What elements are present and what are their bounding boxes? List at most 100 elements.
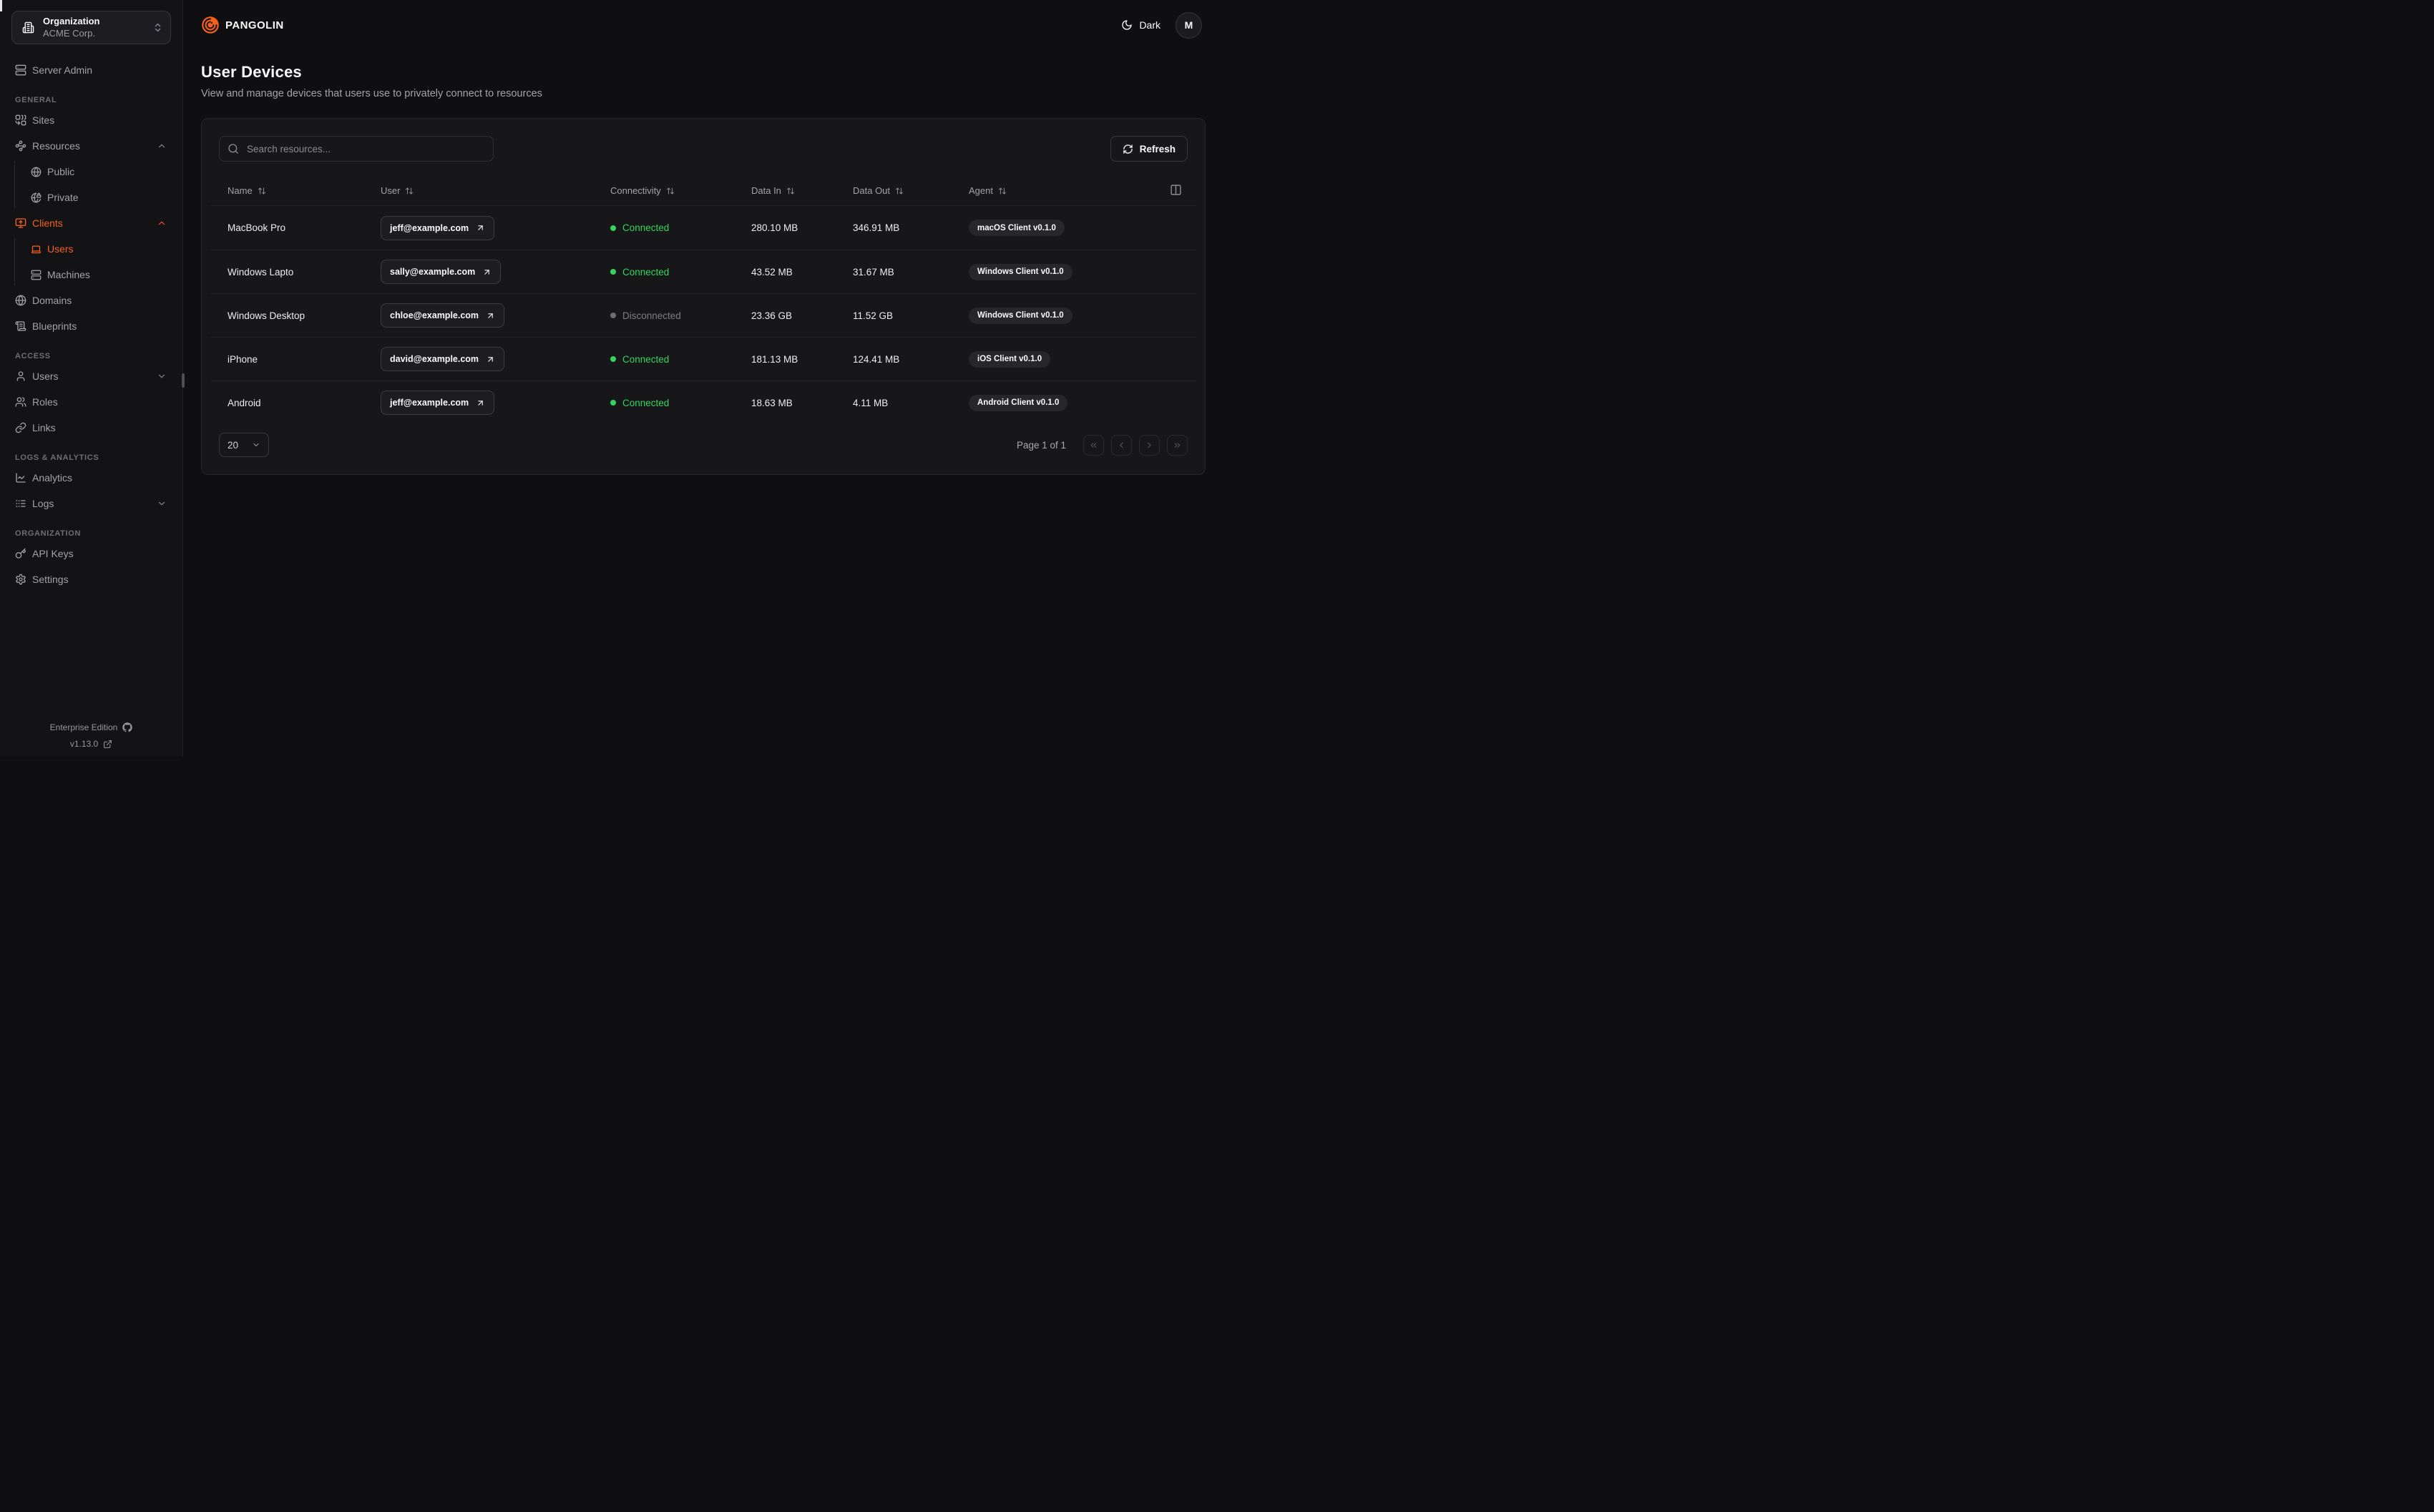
theme-toggle-button[interactable]: Dark bbox=[1121, 19, 1160, 31]
version-link[interactable]: v1.13.0 bbox=[70, 739, 112, 749]
server-icon bbox=[15, 64, 26, 76]
search-icon bbox=[228, 143, 239, 158]
sidebar-item-label: Logs bbox=[32, 498, 54, 509]
device-name: Android bbox=[228, 397, 261, 408]
chevron-down-icon bbox=[157, 499, 167, 509]
last-page-button[interactable] bbox=[1167, 434, 1188, 456]
sidebar-item-label: Users bbox=[47, 243, 74, 255]
connectivity-status: Connected bbox=[610, 267, 751, 278]
moon-icon bbox=[1121, 19, 1133, 31]
sidebar-item-label: Domains bbox=[32, 295, 72, 306]
globe-lock-icon bbox=[31, 192, 41, 203]
arrow-up-right-icon bbox=[486, 355, 495, 364]
user-avatar[interactable]: M bbox=[1176, 11, 1202, 39]
table-row: Windows Desktop chloe@example.com Discon… bbox=[210, 293, 1196, 337]
page-size-value: 20 bbox=[228, 439, 239, 451]
version-label: v1.13.0 bbox=[69, 739, 99, 749]
user-link-button[interactable]: jeff@example.com bbox=[381, 215, 495, 240]
refresh-icon bbox=[1123, 144, 1133, 154]
sidebar-item-roles[interactable]: Roles bbox=[11, 389, 171, 415]
column-label: User bbox=[381, 185, 401, 196]
status-dot bbox=[610, 356, 616, 362]
sidebar-item-server-admin[interactable]: Server Admin bbox=[11, 57, 171, 83]
sort-icon bbox=[258, 187, 266, 195]
table-row: Windows Lapto sally@example.com Connecte… bbox=[210, 250, 1196, 293]
sidebar-item-resources[interactable]: Resources bbox=[11, 133, 171, 159]
chevrons-up-down-icon bbox=[152, 22, 163, 33]
edition-link[interactable]: Enterprise Edition bbox=[50, 722, 133, 732]
sidebar-item-client-machines[interactable]: Machines bbox=[11, 262, 171, 288]
sort-icon bbox=[998, 187, 1007, 195]
sidebar-item-api-keys[interactable]: API Keys bbox=[11, 541, 171, 566]
chart-line-icon bbox=[15, 472, 26, 483]
search-box bbox=[219, 136, 494, 162]
column-header-agent[interactable]: Agent bbox=[969, 185, 1007, 196]
page-size-select[interactable]: 20 bbox=[219, 433, 269, 457]
user-link-button[interactable]: sally@example.com bbox=[381, 260, 502, 284]
sidebar-item-private[interactable]: Private bbox=[11, 185, 171, 210]
data-in-value: 18.63 MB bbox=[751, 397, 793, 408]
column-label: Connectivity bbox=[610, 185, 661, 196]
sidebar-item-sites[interactable]: Sites bbox=[11, 107, 171, 133]
card-toolbar: Refresh bbox=[219, 136, 1188, 162]
edition-label: Enterprise Edition bbox=[49, 722, 118, 732]
sidebar-item-settings[interactable]: Settings bbox=[11, 566, 171, 592]
user-link-button[interactable]: jeff@example.com bbox=[381, 391, 495, 415]
arrow-up-right-icon bbox=[476, 398, 485, 408]
waypoints-icon bbox=[15, 140, 26, 152]
data-out-value: 31.67 MB bbox=[853, 266, 894, 278]
user-icon bbox=[15, 370, 26, 382]
laptop-icon bbox=[31, 244, 41, 255]
sidebar-item-users[interactable]: Users bbox=[11, 363, 171, 389]
sidebar-item-label: Blueprints bbox=[32, 320, 77, 332]
column-label: Data In bbox=[751, 185, 781, 196]
section-label-organization: ORGANIZATION bbox=[15, 529, 82, 538]
connectivity-status: Connected bbox=[610, 354, 751, 365]
column-header-data-out[interactable]: Data Out bbox=[853, 185, 904, 196]
sidebar-item-domains[interactable]: Domains bbox=[11, 288, 171, 313]
sidebar-item-links[interactable]: Links bbox=[11, 415, 171, 441]
user-link-button[interactable]: chloe@example.com bbox=[381, 303, 505, 328]
sidebar-item-logs[interactable]: Logs bbox=[11, 491, 171, 516]
first-page-button[interactable] bbox=[1083, 434, 1104, 456]
agent-badge: macOS Client v0.1.0 bbox=[969, 220, 1065, 236]
brand[interactable]: PANGOLIN bbox=[201, 16, 284, 34]
column-header-user[interactable]: User bbox=[381, 185, 414, 196]
combine-icon bbox=[15, 114, 26, 126]
devices-table: Name User Connectivity Data In Data Out … bbox=[210, 176, 1196, 424]
column-header-connectivity[interactable]: Connectivity bbox=[610, 185, 675, 196]
data-in-value: 181.13 MB bbox=[751, 353, 798, 365]
agent-badge: Android Client v0.1.0 bbox=[969, 394, 1068, 411]
data-out-value: 124.41 MB bbox=[853, 353, 900, 365]
refresh-button[interactable]: Refresh bbox=[1110, 136, 1188, 162]
scroll-text-icon bbox=[15, 320, 26, 332]
sidebar-item-analytics[interactable]: Analytics bbox=[11, 465, 171, 491]
column-header-data-in[interactable]: Data In bbox=[751, 185, 795, 196]
sidebar-item-clients[interactable]: Clients bbox=[11, 210, 171, 236]
pangolin-logo-icon bbox=[201, 16, 220, 34]
agent-badge: Windows Client v0.1.0 bbox=[969, 263, 1072, 280]
chevron-down-icon bbox=[252, 441, 260, 449]
next-page-button[interactable] bbox=[1139, 434, 1160, 456]
arrow-up-right-icon bbox=[476, 223, 485, 232]
org-switcher[interactable]: Organization ACME Corp. bbox=[11, 11, 171, 44]
sidebar-footer: Enterprise Edition v1.13.0 bbox=[0, 722, 182, 749]
building-icon bbox=[22, 21, 34, 34]
agent-badge: Windows Client v0.1.0 bbox=[969, 307, 1072, 324]
sidebar-item-public[interactable]: Public bbox=[11, 159, 171, 185]
device-name: Windows Desktop bbox=[228, 310, 306, 321]
section-label-general: GENERAL bbox=[15, 96, 57, 104]
server-icon bbox=[31, 270, 41, 280]
column-header-name[interactable]: Name bbox=[210, 185, 266, 196]
user-link-button[interactable]: david@example.com bbox=[381, 347, 505, 371]
sidebar-item-client-users[interactable]: Users bbox=[11, 236, 171, 262]
arrow-up-right-icon bbox=[486, 311, 495, 320]
device-name: iPhone bbox=[228, 353, 258, 365]
user-email: jeff@example.com bbox=[390, 222, 469, 233]
column-visibility-icon[interactable] bbox=[1170, 184, 1182, 196]
search-input[interactable] bbox=[219, 136, 494, 162]
sidebar-item-label: Server Admin bbox=[32, 64, 93, 76]
previous-page-button[interactable] bbox=[1111, 434, 1132, 456]
sidebar-item-blueprints[interactable]: Blueprints bbox=[11, 313, 171, 339]
gear-icon bbox=[15, 574, 26, 585]
